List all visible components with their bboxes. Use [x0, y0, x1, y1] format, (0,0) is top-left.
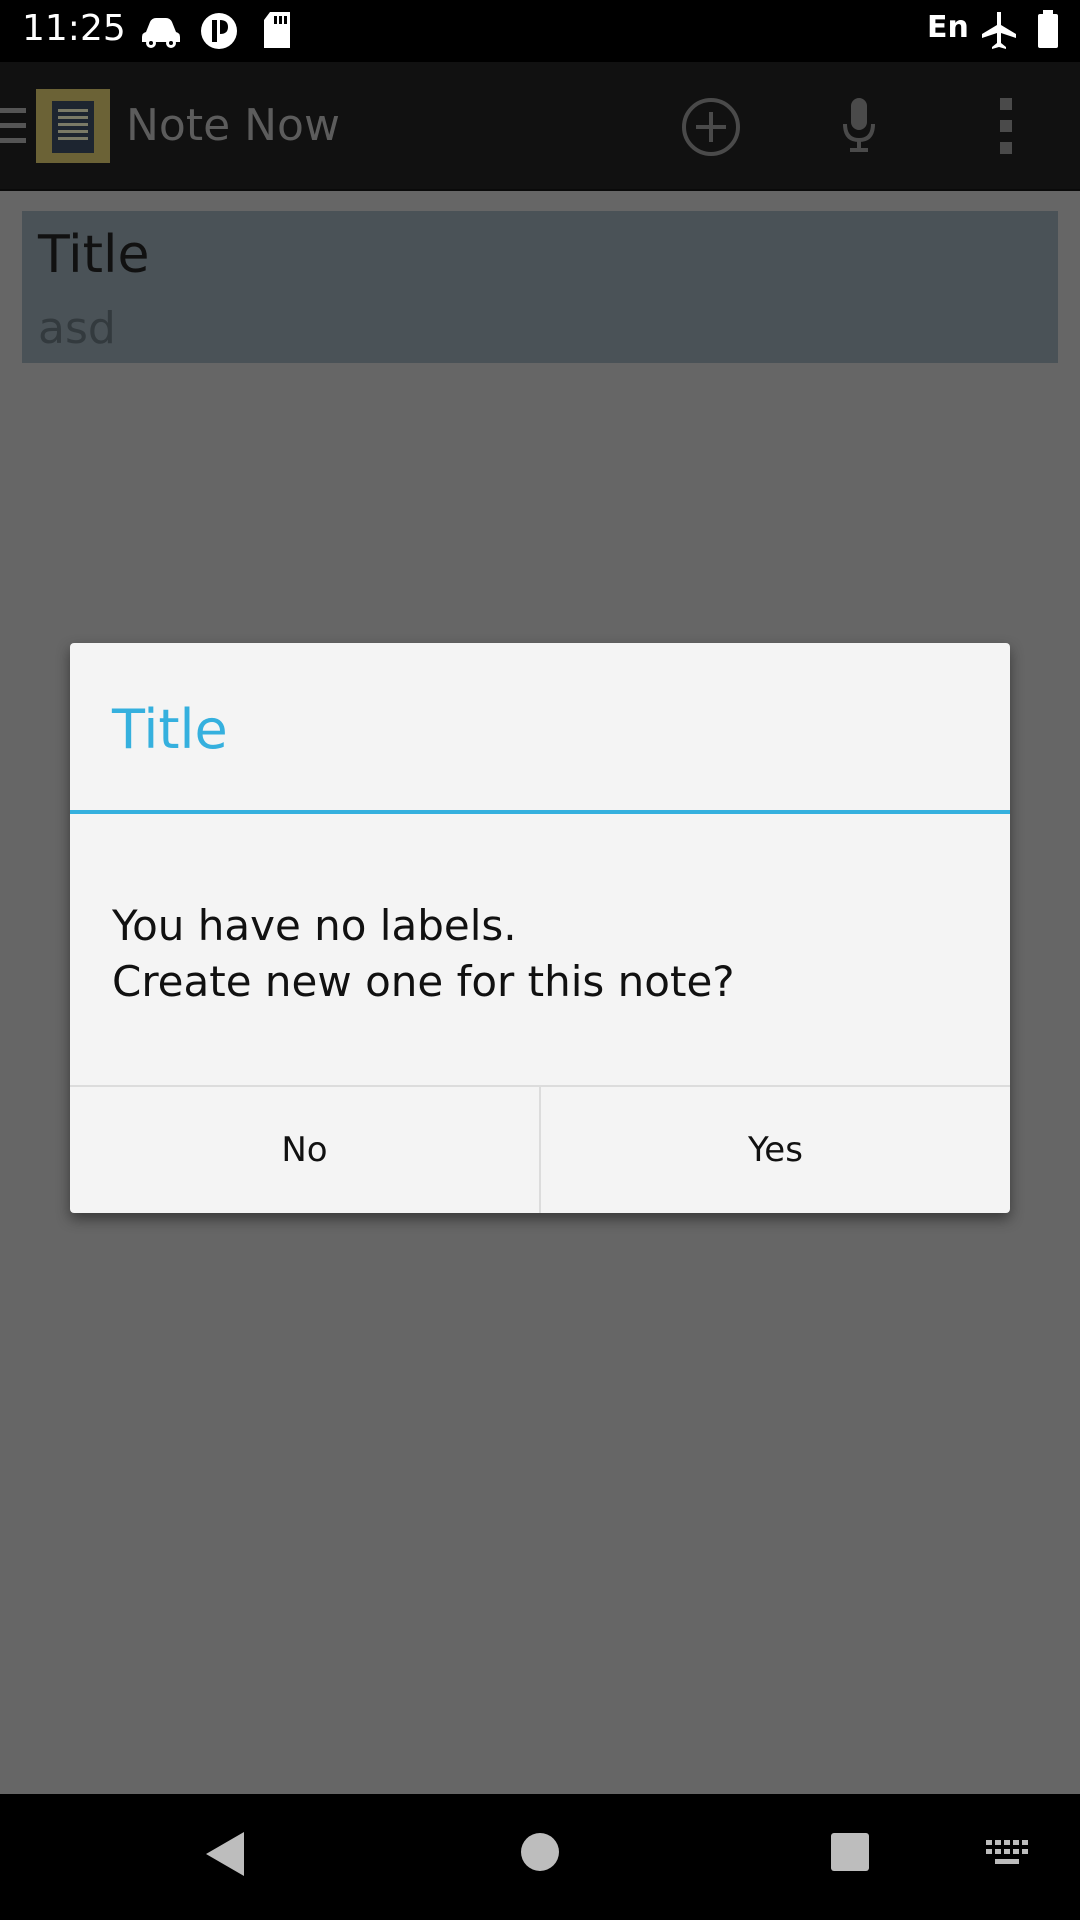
note-list-item[interactable]: Title asd: [22, 211, 1058, 363]
note-body: asd: [38, 303, 116, 354]
no-labels-dialog: Title You have no labels. Create new one…: [70, 643, 1010, 1213]
app-bar: Note Now: [0, 62, 1080, 191]
back-icon[interactable]: [204, 1830, 246, 1882]
recents-icon[interactable]: [830, 1832, 870, 1876]
add-note-icon[interactable]: [680, 96, 742, 162]
status-time: 11:25: [22, 8, 126, 49]
battery-icon: [1036, 10, 1060, 54]
microphone-icon[interactable]: [842, 98, 876, 158]
home-icon[interactable]: [520, 1832, 560, 1876]
dialog-message-line1: You have no labels.: [112, 901, 517, 950]
navigation-bar: [0, 1794, 1080, 1920]
yes-button[interactable]: Yes: [541, 1087, 1010, 1213]
app-notebook-icon[interactable]: [36, 89, 110, 167]
sd-card-icon: [262, 10, 292, 54]
dialog-message: You have no labels. Create new one for t…: [112, 898, 972, 1010]
menu-icon[interactable]: [0, 108, 28, 148]
overflow-menu-icon[interactable]: [998, 98, 1014, 158]
note-title: Title: [38, 225, 150, 285]
app-title: Note Now: [126, 100, 340, 151]
bluetooth-alt-icon: [198, 10, 240, 56]
status-bar: 11:25 En: [0, 0, 1080, 62]
dialog-button-row: No Yes: [70, 1085, 1010, 1215]
keyboard-icon[interactable]: [986, 1840, 1030, 1870]
dialog-message-line2: Create new one for this note?: [112, 957, 735, 1006]
no-button[interactable]: No: [70, 1087, 541, 1213]
language-indicator: En: [927, 10, 969, 45]
dialog-title: Title: [112, 698, 228, 761]
car-icon: [140, 10, 182, 54]
airplane-icon: [980, 10, 1018, 54]
dialog-divider: [70, 810, 1010, 814]
